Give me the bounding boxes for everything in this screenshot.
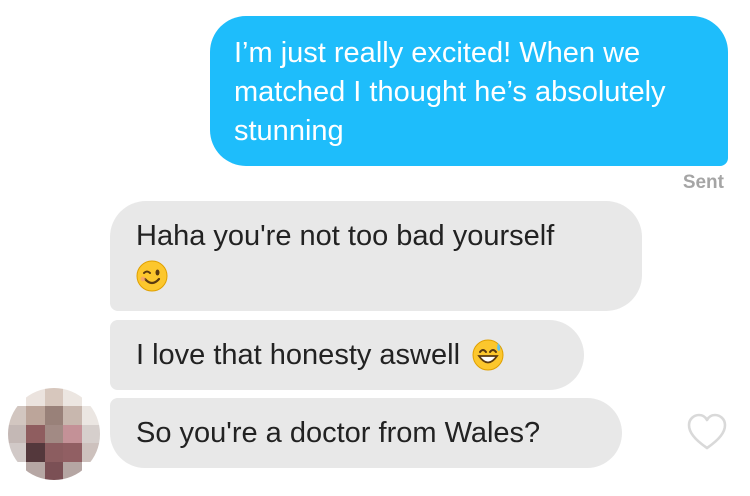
outgoing-message-text: I’m just really excited! When we matched… [234, 37, 666, 147]
incoming-message-bubble[interactable]: So you're a doctor from Wales? [110, 398, 622, 468]
incoming-message-bubble[interactable]: I love that honesty aswell [110, 320, 584, 390]
incoming-message-bubble[interactable]: Haha you're not too bad yourself [110, 201, 642, 311]
message-sent-status: Sent [682, 172, 724, 193]
heart-outline-icon[interactable] [686, 412, 728, 452]
chat-thread: I’m just really excited! When we matched… [0, 0, 750, 496]
outgoing-message-bubble[interactable]: I’m just really excited! When we matched… [210, 16, 728, 166]
incoming-message-text: Haha you're not too bad yourself [136, 220, 555, 252]
incoming-message-text: I love that honesty aswell [136, 338, 461, 371]
winking-face-icon [136, 260, 168, 292]
avatar[interactable] [8, 388, 100, 480]
incoming-message-text: So you're a doctor from Wales? [136, 416, 541, 449]
grinning-face-with-sweat-icon [472, 339, 504, 371]
